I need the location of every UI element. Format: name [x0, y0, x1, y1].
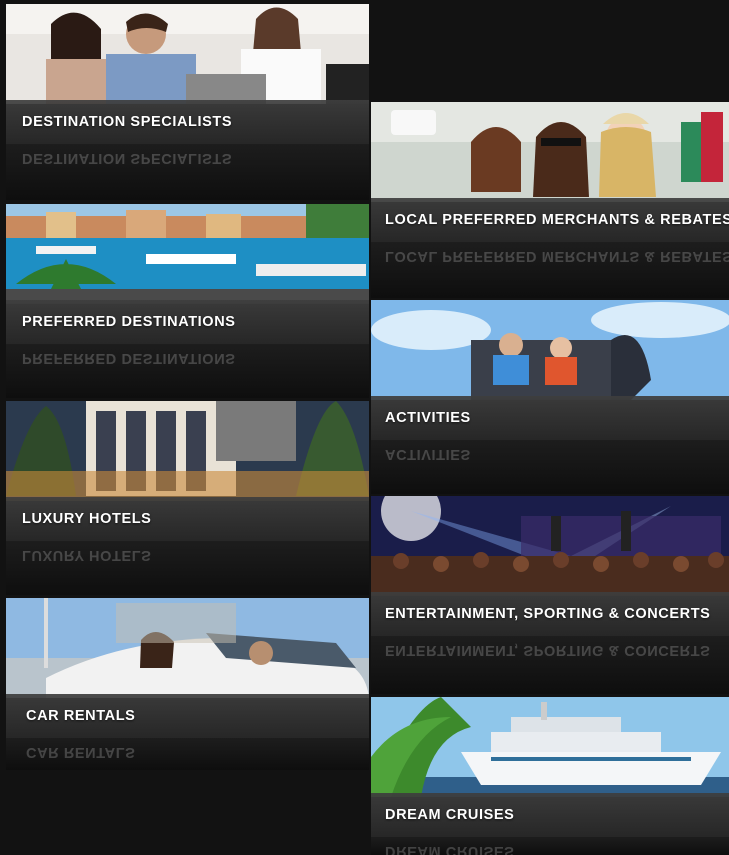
tile-destination-specialists[interactable]: DESTINATION SPECIALISTS DESTINATION SPEC…	[6, 4, 369, 200]
concert-photo	[371, 496, 729, 596]
tile-label-reflection: ACTIVITIES	[385, 446, 471, 462]
tile-label: LUXURY HOTELS	[22, 511, 152, 527]
tile-label-reflection: CAR RENTALS	[26, 744, 136, 760]
preferred-destinations-photo	[6, 204, 369, 304]
luxury-hotels-photo	[6, 401, 369, 501]
dream-cruises-photo	[371, 697, 729, 797]
tile-label-reflection: ENTERTAINMENT, SPORTING & CONCERTS	[385, 642, 711, 658]
tile-label: DESTINATION SPECIALISTS	[22, 114, 233, 130]
tile-label: CAR RENTALS	[26, 708, 136, 724]
tile-label-reflection: LUXURY HOTELS	[22, 547, 152, 563]
destination-specialists-photo	[6, 4, 369, 104]
tile-label-reflection: DESTINATION SPECIALISTS	[22, 150, 233, 166]
tile-label-reflection: DREAM CRUISES	[385, 843, 515, 855]
tile-label: DREAM CRUISES	[385, 807, 515, 823]
activities-photo	[371, 300, 729, 400]
tile-label: ENTERTAINMENT, SPORTING & CONCERTS	[385, 606, 711, 622]
tile-label-reflection: LOCAL PREFERRED MERCHANTS & REBATES	[385, 248, 729, 264]
tile-label-reflection: PREFERRED DESTINATIONS	[22, 350, 236, 366]
tile-luxury-hotels[interactable]: LUXURY HOTELS LUXURY HOTELS	[6, 401, 369, 595]
tile-car-rentals[interactable]: CAR RENTALS CAR RENTALS	[6, 598, 369, 770]
local-merchants-photo	[371, 102, 729, 202]
tile-label: LOCAL PREFERRED MERCHANTS & REBATES	[385, 212, 729, 228]
tile-label: PREFERRED DESTINATIONS	[22, 314, 236, 330]
tile-dream-cruises[interactable]: DREAM CRUISES DREAM CRUISES	[371, 697, 729, 855]
tile-local-preferred-merchants[interactable]: LOCAL PREFERRED MERCHANTS & REBATES LOCA…	[371, 102, 729, 298]
tile-label: ACTIVITIES	[385, 410, 471, 426]
car-rentals-photo	[6, 598, 369, 698]
tile-preferred-destinations[interactable]: PREFERRED DESTINATIONS PREFERRED DESTINA…	[6, 204, 369, 398]
tile-activities[interactable]: ACTIVITIES ACTIVITIES	[371, 300, 729, 494]
tile-entertainment-sporting-concerts[interactable]: ENTERTAINMENT, SPORTING & CONCERTS ENTER…	[371, 496, 729, 694]
